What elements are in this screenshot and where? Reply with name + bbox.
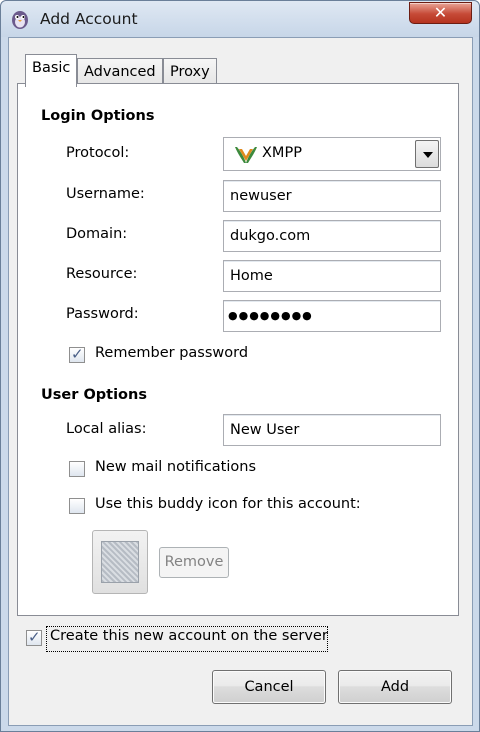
password-mask: ●●●●●●●● [228,309,313,322]
password-field[interactable]: ●●●●●●●● [223,300,441,332]
local-alias-label: Local alias: [66,421,147,437]
remember-password-checkbox[interactable] [69,345,85,363]
cancel-button[interactable]: Cancel [212,670,326,704]
add-button[interactable]: Add [338,670,452,704]
password-label: Password: [66,306,139,322]
tab-basic-label: Basic [32,60,71,76]
close-icon: ✕ [433,3,448,22]
chevron-down-icon[interactable] [415,140,439,168]
username-field[interactable]: newuser [223,180,441,212]
domain-field[interactable]: dukgo.com [223,220,441,252]
buddy-icon-placeholder [101,541,139,583]
add-account-window: Add Account ✕ Basic Advanced Proxy Login… [0,0,480,732]
protocol-select[interactable]: XMPP [223,137,441,171]
tab-advanced-label: Advanced [84,64,156,80]
login-options-heading: Login Options [41,108,155,124]
window-title: Add Account [40,10,138,28]
tab-proxy-label: Proxy [170,64,210,80]
domain-label: Domain: [66,226,128,242]
buddy-icon-button[interactable] [92,530,148,594]
xmpp-icon [235,147,257,163]
resource-field[interactable]: Home [223,260,441,292]
resource-label: Resource: [66,266,138,282]
user-options-heading: User Options [41,387,147,403]
create-on-server-checkbox[interactable] [26,628,42,646]
pidgin-icon [12,11,28,29]
protocol-label: Protocol: [66,145,130,161]
username-label: Username: [66,186,145,202]
create-on-server-label[interactable]: Create this new account on the server [50,628,328,644]
tab-basic[interactable]: Basic [25,54,78,87]
new-mail-checkbox[interactable] [69,461,85,477]
protocol-value: XMPP [262,145,302,161]
local-alias-field[interactable]: New User [223,414,441,446]
buddy-icon-label[interactable]: Use this buddy icon for this account: [95,496,361,512]
title-bar[interactable]: Add Account ✕ [1,1,479,37]
buddy-icon-checkbox[interactable] [69,498,85,514]
remember-password-label[interactable]: Remember password [95,345,248,361]
new-mail-label[interactable]: New mail notifications [95,459,256,475]
remove-button[interactable]: Remove [159,547,229,578]
close-button[interactable]: ✕ [409,2,472,24]
